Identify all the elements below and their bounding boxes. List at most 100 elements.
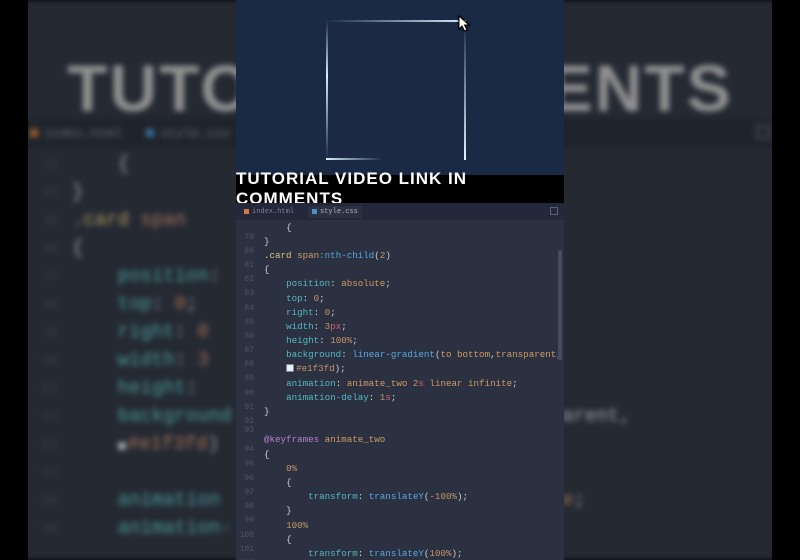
code-content: transform: translateY(-100%);98 (264, 491, 468, 502)
code-line[interactable]: @keyframes animate_two94 (264, 433, 554, 447)
screenshot-root: TUTORIAL MMENTS index.html style.css 43 … (0, 0, 800, 560)
code-line[interactable]: .card span:nth-child(2)81 (264, 248, 554, 262)
code-content: top: 0;84 (264, 293, 325, 304)
bg-tab-html[interactable]: index.html (30, 126, 122, 141)
code-content: 100%100 (264, 520, 308, 531)
fg-tab-css[interactable]: style.css (308, 206, 362, 218)
bg-gutter: 50 (30, 353, 72, 368)
code-content: background: linear-gradient(to bottom,tr… (264, 349, 562, 360)
code-line[interactable]: {79 (264, 220, 554, 234)
code-content: 0%96 (264, 463, 297, 474)
code-line[interactable]: 93 (264, 419, 554, 433)
code-line[interactable]: width: 3px;86 (264, 319, 554, 333)
bg-gutter: 55 (30, 493, 72, 508)
card-edge-left (326, 20, 328, 160)
line-number: 100 (236, 531, 260, 540)
code-content: #e1f3fd);89 (264, 363, 346, 374)
line-number: 80 (236, 247, 260, 256)
code-line[interactable]: {97 (264, 475, 554, 489)
code-line[interactable]: height: 100%;87 (264, 334, 554, 348)
bg-gutter: 43 (30, 157, 72, 172)
split-editor-icon[interactable] (756, 125, 770, 139)
code-content: {97 (264, 477, 292, 488)
bg-code-line: width: 3 (72, 349, 209, 371)
html-icon (30, 129, 38, 137)
line-number: 101 (236, 545, 260, 554)
code-line[interactable]: transform: translateY(-100%);98 (264, 490, 554, 504)
code-line[interactable]: #e1f3fd);89 (264, 362, 554, 376)
code-content: {82 (264, 264, 270, 275)
line-number: 88 (236, 360, 260, 369)
bg-gutter: 48 (30, 297, 72, 312)
bg-gutter: 51 (30, 381, 72, 396)
fg-tabs: index.html style.css (236, 203, 564, 220)
bg-tab-css-label: style.css (160, 126, 230, 141)
code-line[interactable]: animation-delay: 1s;91 (264, 390, 554, 404)
bg-code-line: { (72, 153, 129, 175)
bg-code-line: right: 0 (72, 321, 209, 343)
letterbox-left (0, 0, 28, 560)
code-line[interactable]: background: linear-gradient(to bottom,tr… (264, 348, 554, 362)
code-line[interactable]: animation: animate_two 2s linear infinit… (264, 376, 554, 390)
split-editor-icon[interactable] (550, 207, 558, 215)
fg-tab-html[interactable]: index.html (240, 206, 298, 218)
code-line[interactable]: }92 (264, 404, 554, 418)
color-swatch-icon (118, 442, 126, 450)
line-number: 81 (236, 261, 260, 270)
css-icon (312, 209, 317, 214)
line-number: 96 (236, 474, 260, 483)
line-number: 90 (236, 389, 260, 398)
fg-tab-html-label: index.html (252, 208, 294, 216)
card-edge-bottom (326, 158, 466, 160)
bg-code-line: } (72, 181, 83, 203)
bg-gutter: 46 (30, 241, 72, 256)
code-line[interactable]: position: absolute;83 (264, 277, 554, 291)
line-number: 95 (236, 460, 260, 469)
code-line[interactable]: 0%96 (264, 461, 554, 475)
bg-tab-css[interactable]: style.css (146, 126, 230, 141)
bg-gutter: 47 (30, 269, 72, 284)
code-line[interactable]: }80 (264, 234, 554, 248)
css-icon (146, 129, 154, 137)
line-number: 92 (236, 417, 260, 426)
code-content: {101 (264, 534, 292, 545)
line-number: 97 (236, 488, 260, 497)
line-number: 91 (236, 403, 260, 412)
code-content: }99 (264, 505, 292, 516)
bg-gutter: 54 (30, 465, 72, 480)
fg-code-area[interactable]: {79}80 .card span:nth-child(2)81 {82 posit… (264, 220, 554, 560)
code-line[interactable]: }99 (264, 504, 554, 518)
line-number: 98 (236, 502, 260, 511)
fg-editor-body[interactable]: {79}80 .card span:nth-child(2)81 {82 posit… (236, 220, 564, 560)
line-number: 79 (236, 233, 260, 242)
code-line[interactable]: transform: translateY(100%);102 (264, 546, 554, 560)
code-content: .card span:nth-child(2)81 (264, 250, 391, 261)
code-line[interactable]: {101 (264, 532, 554, 546)
code-content: @keyframes animate_two94 (264, 434, 385, 445)
code-line[interactable]: 100%100 (264, 518, 554, 532)
card-edge-right (464, 20, 466, 160)
code-content: {79 (264, 222, 292, 233)
code-line[interactable]: right: 0;85 (264, 305, 554, 319)
bg-gutter: 45 (30, 213, 72, 228)
foreground-frame: TUTORIAL VIDEO LINK IN COMMENTS index.ht… (236, 0, 564, 560)
code-content: right: 0;85 (264, 307, 336, 318)
line-number: 84 (236, 304, 260, 313)
mouse-cursor-icon (458, 15, 472, 38)
bg-code-line: animation- (72, 517, 232, 539)
bg-code-line: { (72, 237, 83, 259)
bg-gutter: 49 (30, 325, 72, 340)
bg-gutter: 56 (30, 521, 72, 536)
line-number: 94 (236, 445, 260, 454)
animation-preview (236, 0, 564, 175)
code-content: position: absolute;83 (264, 278, 391, 289)
bg-code-line: .card span (72, 209, 186, 231)
animated-card (326, 20, 466, 160)
bg-gutter: 53 (30, 437, 72, 452)
line-number: 93 (236, 426, 260, 435)
code-line[interactable]: {95 (264, 447, 554, 461)
code-content: {95 (264, 449, 270, 460)
video-caption: TUTORIAL VIDEO LINK IN COMMENTS (236, 175, 564, 203)
code-line[interactable]: {82 (264, 263, 554, 277)
code-line[interactable]: top: 0;84 (264, 291, 554, 305)
